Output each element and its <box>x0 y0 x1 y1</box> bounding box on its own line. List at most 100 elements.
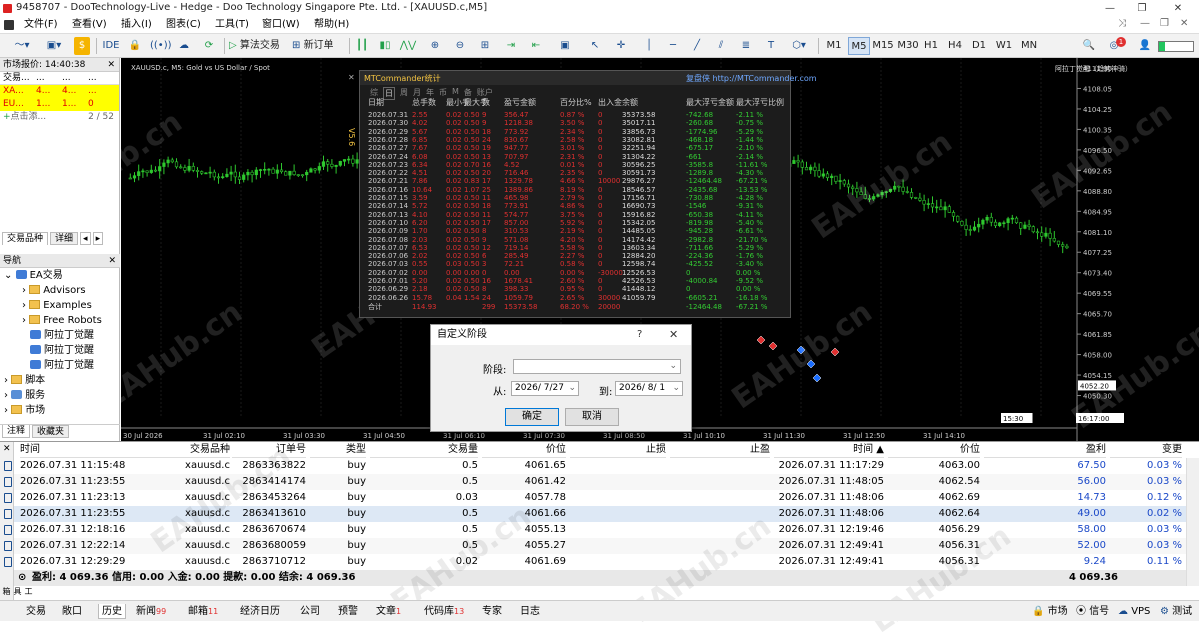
account-icon[interactable]: 👤 <box>1138 37 1152 55</box>
tab-5[interactable]: 经济日历 <box>240 604 280 619</box>
history-scrollbar[interactable] <box>1186 458 1199 586</box>
signal-icon[interactable]: ((•)) <box>150 37 172 55</box>
history-col-header[interactable]: 止损 <box>570 442 666 458</box>
history-col-header[interactable]: 价位 <box>482 442 566 458</box>
tab-0[interactable]: 交易 <box>26 604 46 619</box>
mtc-row[interactable]: 2026.07.14 5.72 0.02 0.50 18 773.91 4.86 % 0 166… <box>364 202 790 210</box>
trendline-icon[interactable]: ╱ <box>688 37 706 55</box>
nav-examples[interactable]: › Examples <box>0 298 120 313</box>
tab-3[interactable]: 新闻99 <box>136 604 166 619</box>
menu-insert[interactable]: 插入(I) <box>121 18 152 32</box>
mdi-restore2-icon[interactable]: ❐ <box>1160 18 1169 29</box>
mtc-row[interactable]: 2026.07.23 6.34 0.02 0.70 16 4.52 0.01 % 0 30596… <box>364 161 790 169</box>
mtc-row[interactable]: 2026.06.29 2.18 0.02 0.50 8 398.33 0.95 % 0 4144… <box>364 285 790 293</box>
tab-1[interactable]: 敞口 <box>62 604 82 619</box>
mtc-row[interactable]: 2026.07.09 1.70 0.02 0.50 8 310.53 2.19 % 0 1448… <box>364 227 790 235</box>
tab-10[interactable]: 专家 <box>482 604 502 619</box>
search-icon[interactable]: 🔍 <box>1081 37 1097 55</box>
maximize-button[interactable]: ❐ <box>1127 1 1157 16</box>
mtc-row[interactable]: 2026.07.15 3.59 0.02 0.50 11 465.98 2.79 % 0 171… <box>364 194 790 202</box>
nav-scripts[interactable]: › 脚本 <box>0 373 120 388</box>
mtc-row[interactable]: 2026.07.08 2.03 0.02 0.50 9 571.08 4.20 % 0 1417… <box>364 236 790 244</box>
nav-ea-folder[interactable]: ⌄ EA交易 <box>0 268 120 283</box>
mtc-row[interactable]: 2026.07.30 4.02 0.02 0.50 9 1218.38 3.50 % 0 350… <box>364 119 790 127</box>
autoscroll-icon[interactable]: ⇥ <box>502 37 520 55</box>
mw-add-row[interactable]: + 点击添... 2 / 52 <box>0 111 119 124</box>
cloud-icon[interactable]: ☁ <box>175 37 193 55</box>
tf-m15[interactable]: M15 <box>872 37 894 55</box>
nav-ea-item[interactable]: 阿拉丁觉醒 <box>0 328 120 343</box>
ide-button[interactable]: IDE <box>101 37 121 55</box>
mtc-row[interactable]: 2026.07.07 6.53 0.02 0.50 12 719.14 5.58 % 0 136… <box>364 244 790 252</box>
vertical-line-icon[interactable]: │ <box>640 37 658 55</box>
tf-d1[interactable]: D1 <box>970 37 988 55</box>
status-signals[interactable]: ⦿ 信号 <box>1076 604 1109 619</box>
horizontal-line-icon[interactable]: ─ <box>664 37 682 55</box>
minimize-button[interactable]: — <box>1095 1 1125 16</box>
mtc-row[interactable]: 2026.07.06 2.02 0.02 0.50 6 285.49 2.27 % 0 1288… <box>364 252 790 260</box>
tab-right-arrow[interactable]: ▸ <box>92 232 104 245</box>
history-col-header[interactable]: 价位 <box>888 442 980 458</box>
mw-col-ask[interactable]: ... <box>62 72 88 84</box>
market-watch-row[interactable]: EU... 1... 1... 0 <box>0 98 119 111</box>
tab-11[interactable]: 日志 <box>520 604 540 619</box>
menu-file[interactable]: 文件(F) <box>24 18 58 32</box>
nav-free-robots[interactable]: › Free Robots <box>0 313 120 328</box>
zoom-out-icon[interactable]: ⊖ <box>451 37 469 55</box>
tf-m5[interactable]: M5 <box>848 37 870 55</box>
tab-comments[interactable]: 注释 <box>2 425 31 438</box>
from-date-picker[interactable]: 2026/ 7/27 ⌄ <box>511 381 579 396</box>
mdi-minimize-icon[interactable]: — <box>1140 18 1150 29</box>
menu-tools[interactable]: 工具(T) <box>215 18 249 32</box>
menu-help[interactable]: 帮助(H) <box>314 18 349 32</box>
mtc-row[interactable]: 2026.07.31 2.55 0.02 0.50 9 356.47 0.87 % 0 3537… <box>364 111 790 119</box>
tf-mn[interactable]: MN <box>1018 37 1040 55</box>
mtc-link[interactable]: 复盘侠 http://MTCommander.com <box>686 73 817 84</box>
chart-shift-icon[interactable]: ⇤ <box>527 37 545 55</box>
bar-chart-icon[interactable]: ┃┃ <box>353 37 371 55</box>
tab-4[interactable]: 邮箱11 <box>188 604 218 619</box>
mtc-row[interactable]: 2026.07.29 5.67 0.02 0.50 18 773.92 2.34 % 0 338… <box>364 128 790 136</box>
stage-select[interactable]: ⌄ <box>513 359 681 374</box>
status-market[interactable]: 🔒 市场 <box>1032 604 1068 619</box>
text-icon[interactable]: T <box>762 37 780 55</box>
market-icon[interactable]: $ <box>74 37 90 55</box>
tab-favorites[interactable]: 收藏夹 <box>32 425 70 438</box>
candle-chart-icon[interactable]: ▮▯ <box>376 37 394 55</box>
mtc-row[interactable]: 2026.07.13 4.10 0.02 0.50 11 574.77 3.75 % 0 159… <box>364 211 790 219</box>
mw-col-symbol[interactable]: 交易... <box>0 72 36 84</box>
tab-left-arrow[interactable]: ◂ <box>80 232 91 245</box>
history-col-header[interactable]: 类型 <box>310 442 366 458</box>
mtc-row[interactable]: 2026.07.02 0.00 0.00 0.00 0 0.00 0.00 % -30000 1… <box>364 269 790 277</box>
menu-charts[interactable]: 图表(C) <box>166 18 201 32</box>
mtc-row[interactable]: 2026.07.21 7.86 0.02 0.83 17 1329.78 4.66 % 100… <box>364 177 790 185</box>
history-col-header[interactable]: 止盈 <box>670 442 770 458</box>
mdi-close-icon[interactable]: ✕ <box>1180 18 1188 29</box>
mtc-row[interactable]: 2026.07.27 7.67 0.02 0.50 19 947.77 3.01 % 0 322… <box>364 144 790 152</box>
to-date-picker[interactable]: 2026/ 8/ 1 ⌄ <box>615 381 683 396</box>
ok-button[interactable]: 确定 <box>505 408 559 426</box>
table-row[interactable]: 2026.07.31 11:23:55 xauusd.c 2863414174 buy… <box>4 474 1186 490</box>
fibonacci-icon[interactable]: ≣ <box>737 37 755 55</box>
close-icon[interactable]: ✕ <box>108 254 120 267</box>
history-col-header[interactable]: 盈利 <box>984 442 1106 458</box>
tf-m1[interactable]: M1 <box>823 37 845 55</box>
tab-8[interactable]: 文章1 <box>376 604 401 619</box>
tab-7[interactable]: 预警 <box>338 604 358 619</box>
tf-m30[interactable]: M30 <box>896 37 920 55</box>
nav-ea-item[interactable]: 阿拉丁觉醒 <box>0 343 120 358</box>
chart-type-icon[interactable]: 〜▾ <box>8 37 36 55</box>
menu-view[interactable]: 查看(V) <box>72 18 107 32</box>
mtc-row[interactable]: 2026.07.28 6.85 0.02 0.50 24 830.67 2.58 % 0 330… <box>364 136 790 144</box>
algo-trading-button[interactable]: ▷ 算法交易 <box>229 37 287 55</box>
nav-services[interactable]: › 服务 <box>0 388 120 403</box>
table-row[interactable]: 2026.07.31 12:29:29 xauusd.c 2863710712 buy… <box>4 554 1186 570</box>
help-icon[interactable]: ? <box>637 329 642 340</box>
zoom-in-icon[interactable]: ⊕ <box>426 37 444 55</box>
history-col-header[interactable]: 变更 <box>1110 442 1182 458</box>
mtc-row[interactable]: 2026.07.03 0.55 0.03 0.50 3 72.21 0.58 % 0 12598… <box>364 260 790 268</box>
mtc-close-icon[interactable]: ✕ <box>348 73 355 82</box>
cancel-button[interactable]: 取消 <box>565 408 619 426</box>
mtc-row[interactable]: 2026.07.10 6.20 0.02 0.50 17 857.00 5.92 % 0 153… <box>364 219 790 227</box>
status-vps[interactable]: ☁ VPS <box>1118 604 1150 619</box>
